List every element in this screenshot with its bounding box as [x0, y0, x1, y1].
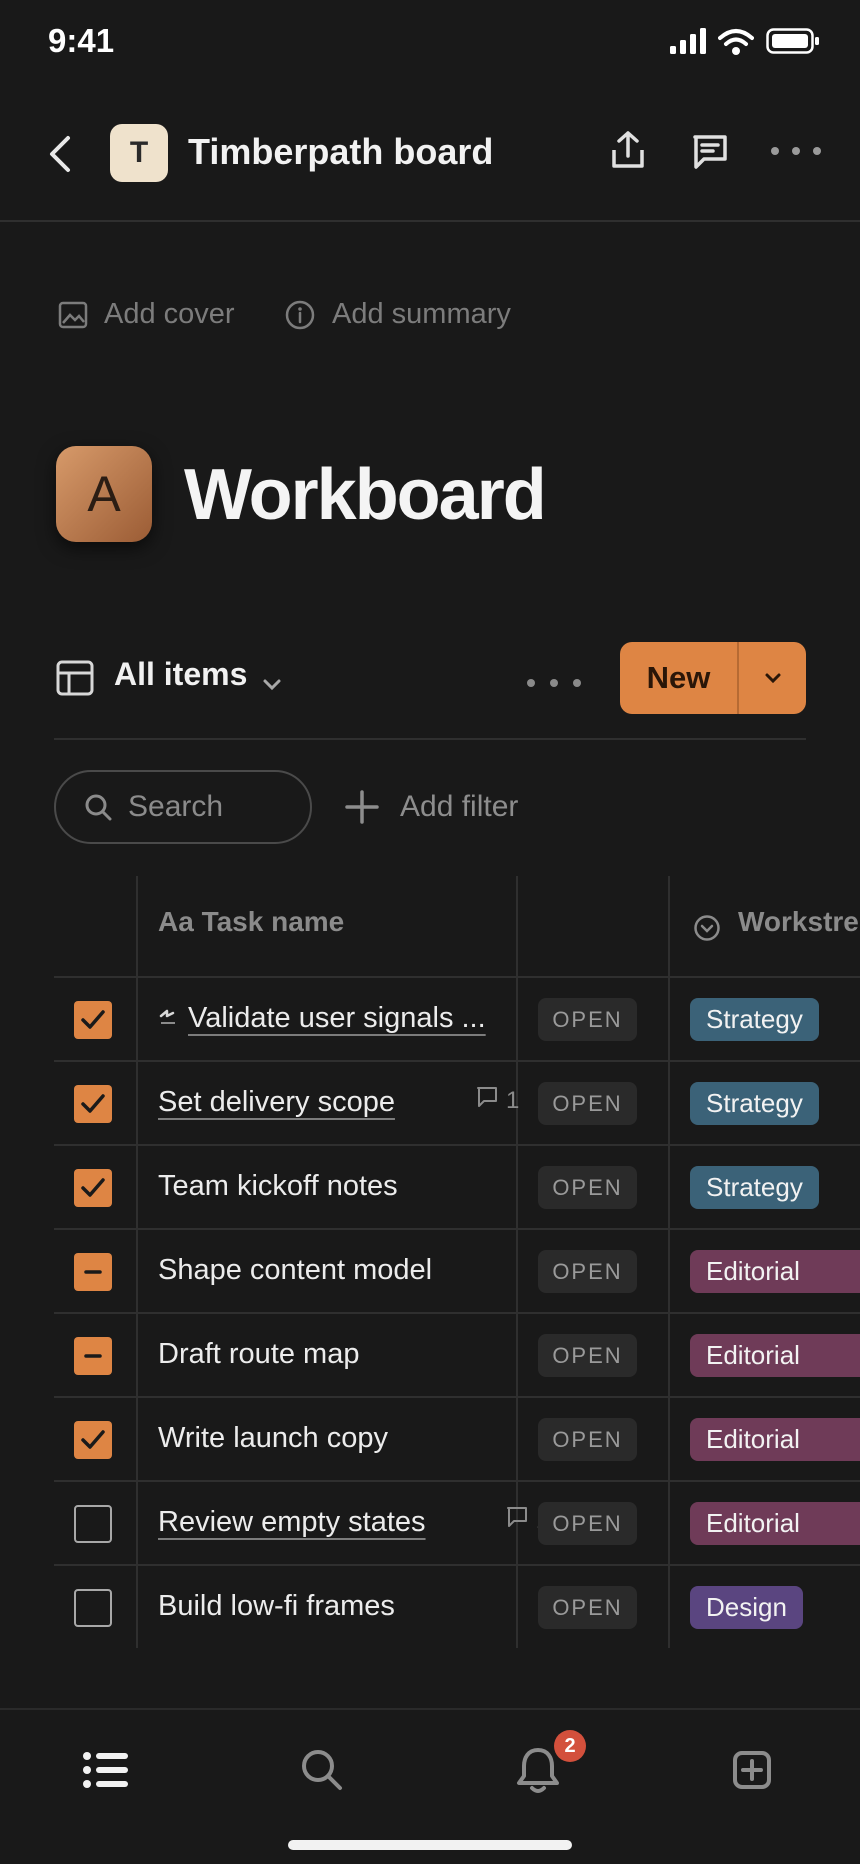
comment-icon	[476, 1086, 498, 1115]
task-name[interactable]: Build low-fi frames	[158, 1590, 395, 1623]
battery-icon	[766, 28, 820, 54]
status-badge[interactable]: OPEN	[538, 1586, 637, 1629]
checkbox-checked[interactable]	[74, 1085, 112, 1123]
workstream-tag[interactable]: Editorial	[690, 1334, 860, 1377]
search-icon	[84, 793, 112, 821]
add-cover-button[interactable]: Add cover	[58, 298, 235, 331]
checkbox-partial[interactable]	[74, 1337, 112, 1375]
workstream-tag[interactable]: Editorial	[690, 1418, 860, 1461]
bottom-nav-divider	[0, 1708, 860, 1710]
select-property-icon	[693, 914, 721, 942]
checkbox-checked[interactable]	[74, 1001, 112, 1039]
workstream-tag[interactable]: Strategy	[690, 998, 819, 1041]
task-name-text: Shape content model	[158, 1254, 433, 1286]
image-icon	[58, 301, 88, 329]
task-name-text: Set delivery scope	[158, 1086, 395, 1118]
table-row[interactable]: Build low-fi frames OPEN Design	[54, 1566, 860, 1650]
add-filter-label: Add filter	[400, 790, 519, 823]
table-row[interactable]: Review empty states1OPENEditorial	[54, 1482, 860, 1566]
status-badge[interactable]: OPEN	[538, 1418, 637, 1461]
workstream-tag[interactable]: Editorial	[690, 1250, 860, 1293]
status-badge[interactable]: OPEN	[538, 1082, 637, 1125]
comment-count[interactable]: 1	[476, 1086, 519, 1115]
task-name-text: Review empty states	[158, 1506, 426, 1538]
page-title[interactable]: Workboard	[184, 454, 547, 536]
view-selector[interactable]: All items	[114, 656, 247, 693]
table-row[interactable]: Draft route map OPEN Editorial	[54, 1314, 860, 1398]
new-page-icon[interactable]	[722, 1740, 782, 1800]
task-name-text: Validate user signals ...	[188, 1002, 486, 1034]
task-name-text: Write launch copy	[158, 1422, 388, 1454]
task-name[interactable]: Set delivery scope	[158, 1086, 395, 1119]
status-time: 9:41	[48, 22, 115, 59]
checkbox-checked[interactable]	[74, 1169, 112, 1207]
new-button-label[interactable]: New	[620, 642, 737, 714]
table-row[interactable]: Shape content model OPEN Editorial	[54, 1230, 860, 1314]
info-icon	[284, 299, 316, 331]
status-badge[interactable]: OPEN	[538, 1502, 637, 1545]
add-summary-label: Add summary	[332, 298, 511, 330]
wifi-icon	[718, 28, 754, 56]
search-placeholder: Search	[128, 790, 224, 823]
search-nav-icon[interactable]	[292, 1740, 352, 1800]
workstream-tag[interactable]: Strategy	[690, 1166, 819, 1209]
column-header-workstream[interactable]: Workstre	[738, 906, 859, 938]
comments-icon[interactable]	[692, 134, 728, 170]
task-name-text: Draft route map	[158, 1338, 360, 1370]
new-dropdown-chevron-icon[interactable]	[739, 642, 806, 714]
status-badge[interactable]: OPEN	[538, 1334, 637, 1377]
plus-icon	[344, 789, 380, 825]
checkbox-unchecked[interactable]	[74, 1589, 112, 1627]
task-name[interactable]: Team kickoff notes	[158, 1170, 398, 1203]
page-icon[interactable]: A	[56, 446, 152, 542]
task-name-text: Team kickoff notes	[158, 1170, 398, 1202]
workstream-tag[interactable]: Strategy	[690, 1082, 819, 1125]
cellular-signal-icon	[670, 28, 708, 54]
task-name[interactable]: Draft route map	[158, 1338, 359, 1371]
column-header-task[interactable]: Aa Task name	[158, 906, 344, 938]
add-filter-button[interactable]: Add filter	[344, 770, 518, 844]
task-name[interactable]: Write launch copy	[158, 1422, 388, 1455]
search-input[interactable]: Search	[54, 770, 312, 844]
chevron-down-icon[interactable]	[262, 678, 282, 692]
more-options-icon[interactable]	[770, 146, 822, 156]
table-row[interactable]: Set delivery scope 1 OPEN Strategy	[54, 1062, 860, 1146]
checkbox-checked[interactable]	[74, 1421, 112, 1459]
task-name-text: Build low-fi frames	[158, 1590, 395, 1622]
header-divider	[0, 220, 860, 222]
table-row[interactable]: Write launch copy OPEN Editorial	[54, 1398, 860, 1482]
status-badge[interactable]: OPEN	[538, 1250, 637, 1293]
workstream-tag[interactable]: Editorial	[690, 1502, 860, 1545]
sync-link-icon	[158, 1002, 178, 1034]
table-view-icon[interactable]	[56, 660, 94, 696]
status-badge[interactable]: OPEN	[538, 1166, 637, 1209]
workstream-tag[interactable]: Design	[690, 1586, 803, 1629]
task-name[interactable]: Validate user signals ...	[158, 1002, 486, 1035]
add-summary-button[interactable]: Add summary	[284, 298, 511, 331]
status-badge[interactable]: OPEN	[538, 998, 637, 1041]
back-chevron-icon[interactable]	[46, 134, 74, 174]
home-indicator	[288, 1840, 572, 1850]
checkbox-unchecked[interactable]	[74, 1505, 112, 1543]
share-icon[interactable]	[610, 130, 646, 170]
comment-icon	[506, 1506, 528, 1535]
checkbox-partial[interactable]	[74, 1253, 112, 1291]
task-name[interactable]: Shape content model	[158, 1254, 432, 1287]
task-name[interactable]: Review empty states	[158, 1506, 426, 1539]
list-nav-icon[interactable]	[76, 1740, 136, 1800]
view-more-icon[interactable]	[526, 678, 582, 688]
view-divider	[54, 738, 806, 740]
board-title[interactable]: Timberpath board	[188, 131, 493, 173]
table-row[interactable]: Validate user signals ... OPEN Strategy	[54, 978, 860, 1062]
comment-count-value: 1	[506, 1086, 520, 1114]
workspace-badge[interactable]: T	[110, 124, 168, 182]
new-button[interactable]: New	[620, 642, 806, 714]
add-cover-label: Add cover	[104, 298, 235, 330]
notifications-badge: 2	[554, 1730, 586, 1762]
table-row[interactable]: Team kickoff notes OPEN Strategy	[54, 1146, 860, 1230]
